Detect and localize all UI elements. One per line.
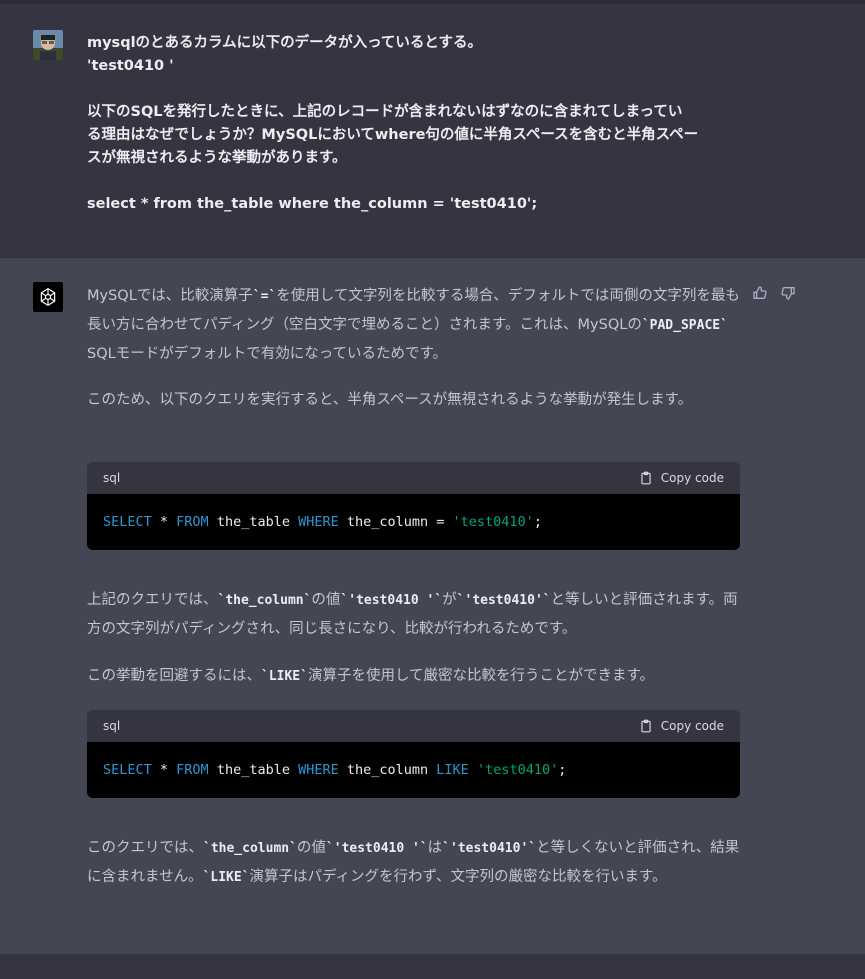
user-line: 'test0410 ' [87,58,174,74]
text: は [427,840,443,856]
code-text: the_table [208,514,299,530]
text: 上記のクエリでは、 [87,592,218,608]
code-text: the_table [208,762,299,778]
user-line: mysqlのとあるカラムに以下のデータが入っているとする。 [87,35,482,51]
user-message-text: mysqlのとあるカラムに以下のデータが入っているとする。 'test0410 … [87,32,747,216]
user-line [87,170,747,193]
user-avatar [33,30,63,60]
inline-code: `PAD_SPACE` [641,318,728,333]
code-block-1: sql Copy code SELECT * FROM the_table WH… [87,462,740,550]
answer-paragraph-3: 上記のクエリでは、`the_column`の値`'test0410 '`が`'t… [87,586,742,643]
code-keyword: SELECT [103,762,152,778]
answer-paragraph-1: MySQLでは、比較演算子`=`を使用して文字列を比較する場合、デフォルトでは両… [87,282,742,368]
code-block-2: sql Copy code SELECT * FROM the_table WH… [87,710,740,798]
text: の値 [311,592,341,608]
answer-paragraph-4: この挙動を回避するには、`LIKE`演算子を使用して厳密な比較を行うことができま… [87,662,742,691]
code-keyword: FROM [176,762,209,778]
code-block-header: sql Copy code [87,710,740,742]
code-content: SELECT * FROM the_table WHERE the_column… [87,742,740,798]
text: 演算子はパディングを行わず、文字列の厳密な比較を行います。 [249,869,667,885]
answer-paragraph-5: このクエリでは、`the_column`の値`'test0410 '`は`'te… [87,834,742,892]
inline-code: `the_column` [203,841,297,856]
copy-code-button[interactable]: Copy code [639,471,724,485]
text: MySQLでは、比較演算子 [87,288,253,304]
code-text: ; [558,762,567,778]
code-language: sql [103,471,121,485]
user-line [87,78,747,101]
code-keyword: WHERE [298,514,339,530]
user-line: る理由はなぜでしょうか？MySQLにおいてwhere句の値に半角スペースを含むと… [87,127,699,143]
code-string: 'test0410' [452,514,534,530]
text: この挙動を回避するには、 [87,668,261,684]
copy-code-label: Copy code [660,471,724,485]
thumbs-down-icon[interactable] [780,285,796,301]
feedback-buttons [752,285,796,301]
clipboard-icon [641,719,651,733]
inline-code: `LIKE` [202,870,250,885]
code-text: * [151,762,177,778]
code-keyword: WHERE [298,762,339,778]
inline-code: `'test0410 '` [340,593,443,608]
code-text: * [151,514,177,530]
chatgpt-logo-icon [33,282,63,312]
inline-code: `'test0410 '` [325,841,428,856]
text: SQLモードがデフォルトで有効になっているためです。 [87,346,448,362]
code-string: 'test0410' [476,762,559,778]
inline-code: `LIKE` [261,669,308,684]
code-keyword: FROM [176,514,209,530]
inline-code: `'test0410'` [442,841,537,856]
code-text: ; [533,514,542,530]
inline-code: `the_column` [217,593,312,608]
answer-paragraph-2: このため、以下のクエリを実行すると、半角スペースが無視されるような挙動が発生しま… [87,392,693,408]
text: が [442,592,457,608]
code-content: SELECT * FROM the_table WHERE the_column… [87,494,740,550]
code-keyword: SELECT [103,514,152,530]
bottom-strip [0,954,865,979]
copy-code-button[interactable]: Copy code [639,719,724,733]
inline-code: `'test0410'` [456,593,551,608]
user-line: スが無視されるような挙動があります。 [87,150,347,166]
code-keyword: LIKE [436,762,469,778]
text: の値 [296,840,326,856]
text: 演算子を使用して厳密な比較を行うことができます。 [307,668,655,684]
code-text: the_column [338,762,437,778]
copy-code-label: Copy code [660,719,724,733]
clipboard-icon [641,471,651,485]
thumbs-up-icon[interactable] [752,285,768,301]
user-line: select * from the_table where the_column… [87,196,538,212]
code-text: the_column = [338,514,453,530]
text: このクエリでは、 [87,840,203,856]
inline-code: `=` [252,289,277,304]
code-block-header: sql Copy code [87,462,740,494]
user-line: 以下のSQLを発行したときに、上記のレコードが含まれないはずなのに含まれてしまっ… [87,104,683,120]
code-language: sql [103,719,121,733]
